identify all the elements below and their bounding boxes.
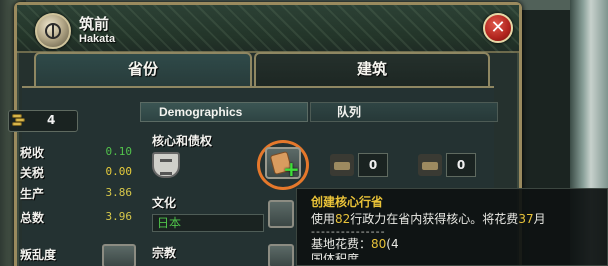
stat-value: 0.00 xyxy=(105,165,133,178)
change-religion-button[interactable] xyxy=(268,244,294,266)
unrest-label: 叛乱度 xyxy=(20,248,57,262)
title-bar: 筑前 Hakata ✕ xyxy=(17,5,519,53)
religion-label: 宗教 xyxy=(152,246,177,260)
create-core-button[interactable]: + xyxy=(265,147,301,179)
coins-icon xyxy=(12,114,28,128)
development-value: 4 xyxy=(47,113,56,127)
tooltip-cost: 基地花费：80(4 xyxy=(311,237,399,251)
capital-name: Hakata xyxy=(79,33,116,45)
tooltip-cut-line: 国体积度 xyxy=(311,253,360,260)
queue-slot-army[interactable]: 0 xyxy=(330,153,392,179)
tooltip-title: 创建核心行省 xyxy=(311,195,384,209)
queue-slot-navy[interactable]: 0 xyxy=(418,153,480,179)
tooltip-separator: --------------- xyxy=(311,225,386,238)
demographics-header: Demographics xyxy=(140,102,308,122)
tab-buildings[interactable]: 建筑 xyxy=(254,52,490,86)
ship-icon xyxy=(418,154,442,176)
queue-count: 0 xyxy=(358,153,388,177)
stat-value: 0.10 xyxy=(105,145,133,158)
stat-row-trade: 关税 0.00 xyxy=(20,164,138,184)
tab-province[interactable]: 省份 xyxy=(34,52,252,86)
queue-header: 队列 xyxy=(310,102,498,122)
stat-label: 税收 xyxy=(20,146,45,160)
province-emblem-icon[interactable] xyxy=(35,13,71,49)
stat-value: 3.86 xyxy=(105,186,133,199)
stat-row-total: 总数 3.96 xyxy=(20,209,138,229)
province-name: 筑前 xyxy=(79,15,110,33)
stat-row-tax: 税收 0.10 xyxy=(20,144,138,164)
change-culture-button[interactable] xyxy=(268,200,294,228)
core-claims-label: 核心和债权 xyxy=(152,134,213,148)
development-badge[interactable]: 4 xyxy=(8,110,78,132)
unrest-button[interactable] xyxy=(102,244,136,266)
stat-label: 总数 xyxy=(20,211,45,225)
stat-label: 生产 xyxy=(20,187,45,201)
army-icon xyxy=(330,154,354,176)
stat-value: 3.96 xyxy=(105,210,133,223)
close-button[interactable]: ✕ xyxy=(483,13,513,43)
create-core-tooltip: 创建核心行省 使用82行政力在省内获得核心。将花费37月 -----------… xyxy=(296,188,608,266)
stat-label: 关税 xyxy=(20,166,45,180)
queue-count: 0 xyxy=(446,153,476,177)
culture-value: 日本 xyxy=(152,214,264,232)
plus-icon: + xyxy=(283,157,300,181)
stat-row-production: 生产 3.86 xyxy=(20,185,138,205)
culture-label: 文化 xyxy=(152,196,177,210)
core-shield-icon xyxy=(152,152,180,178)
